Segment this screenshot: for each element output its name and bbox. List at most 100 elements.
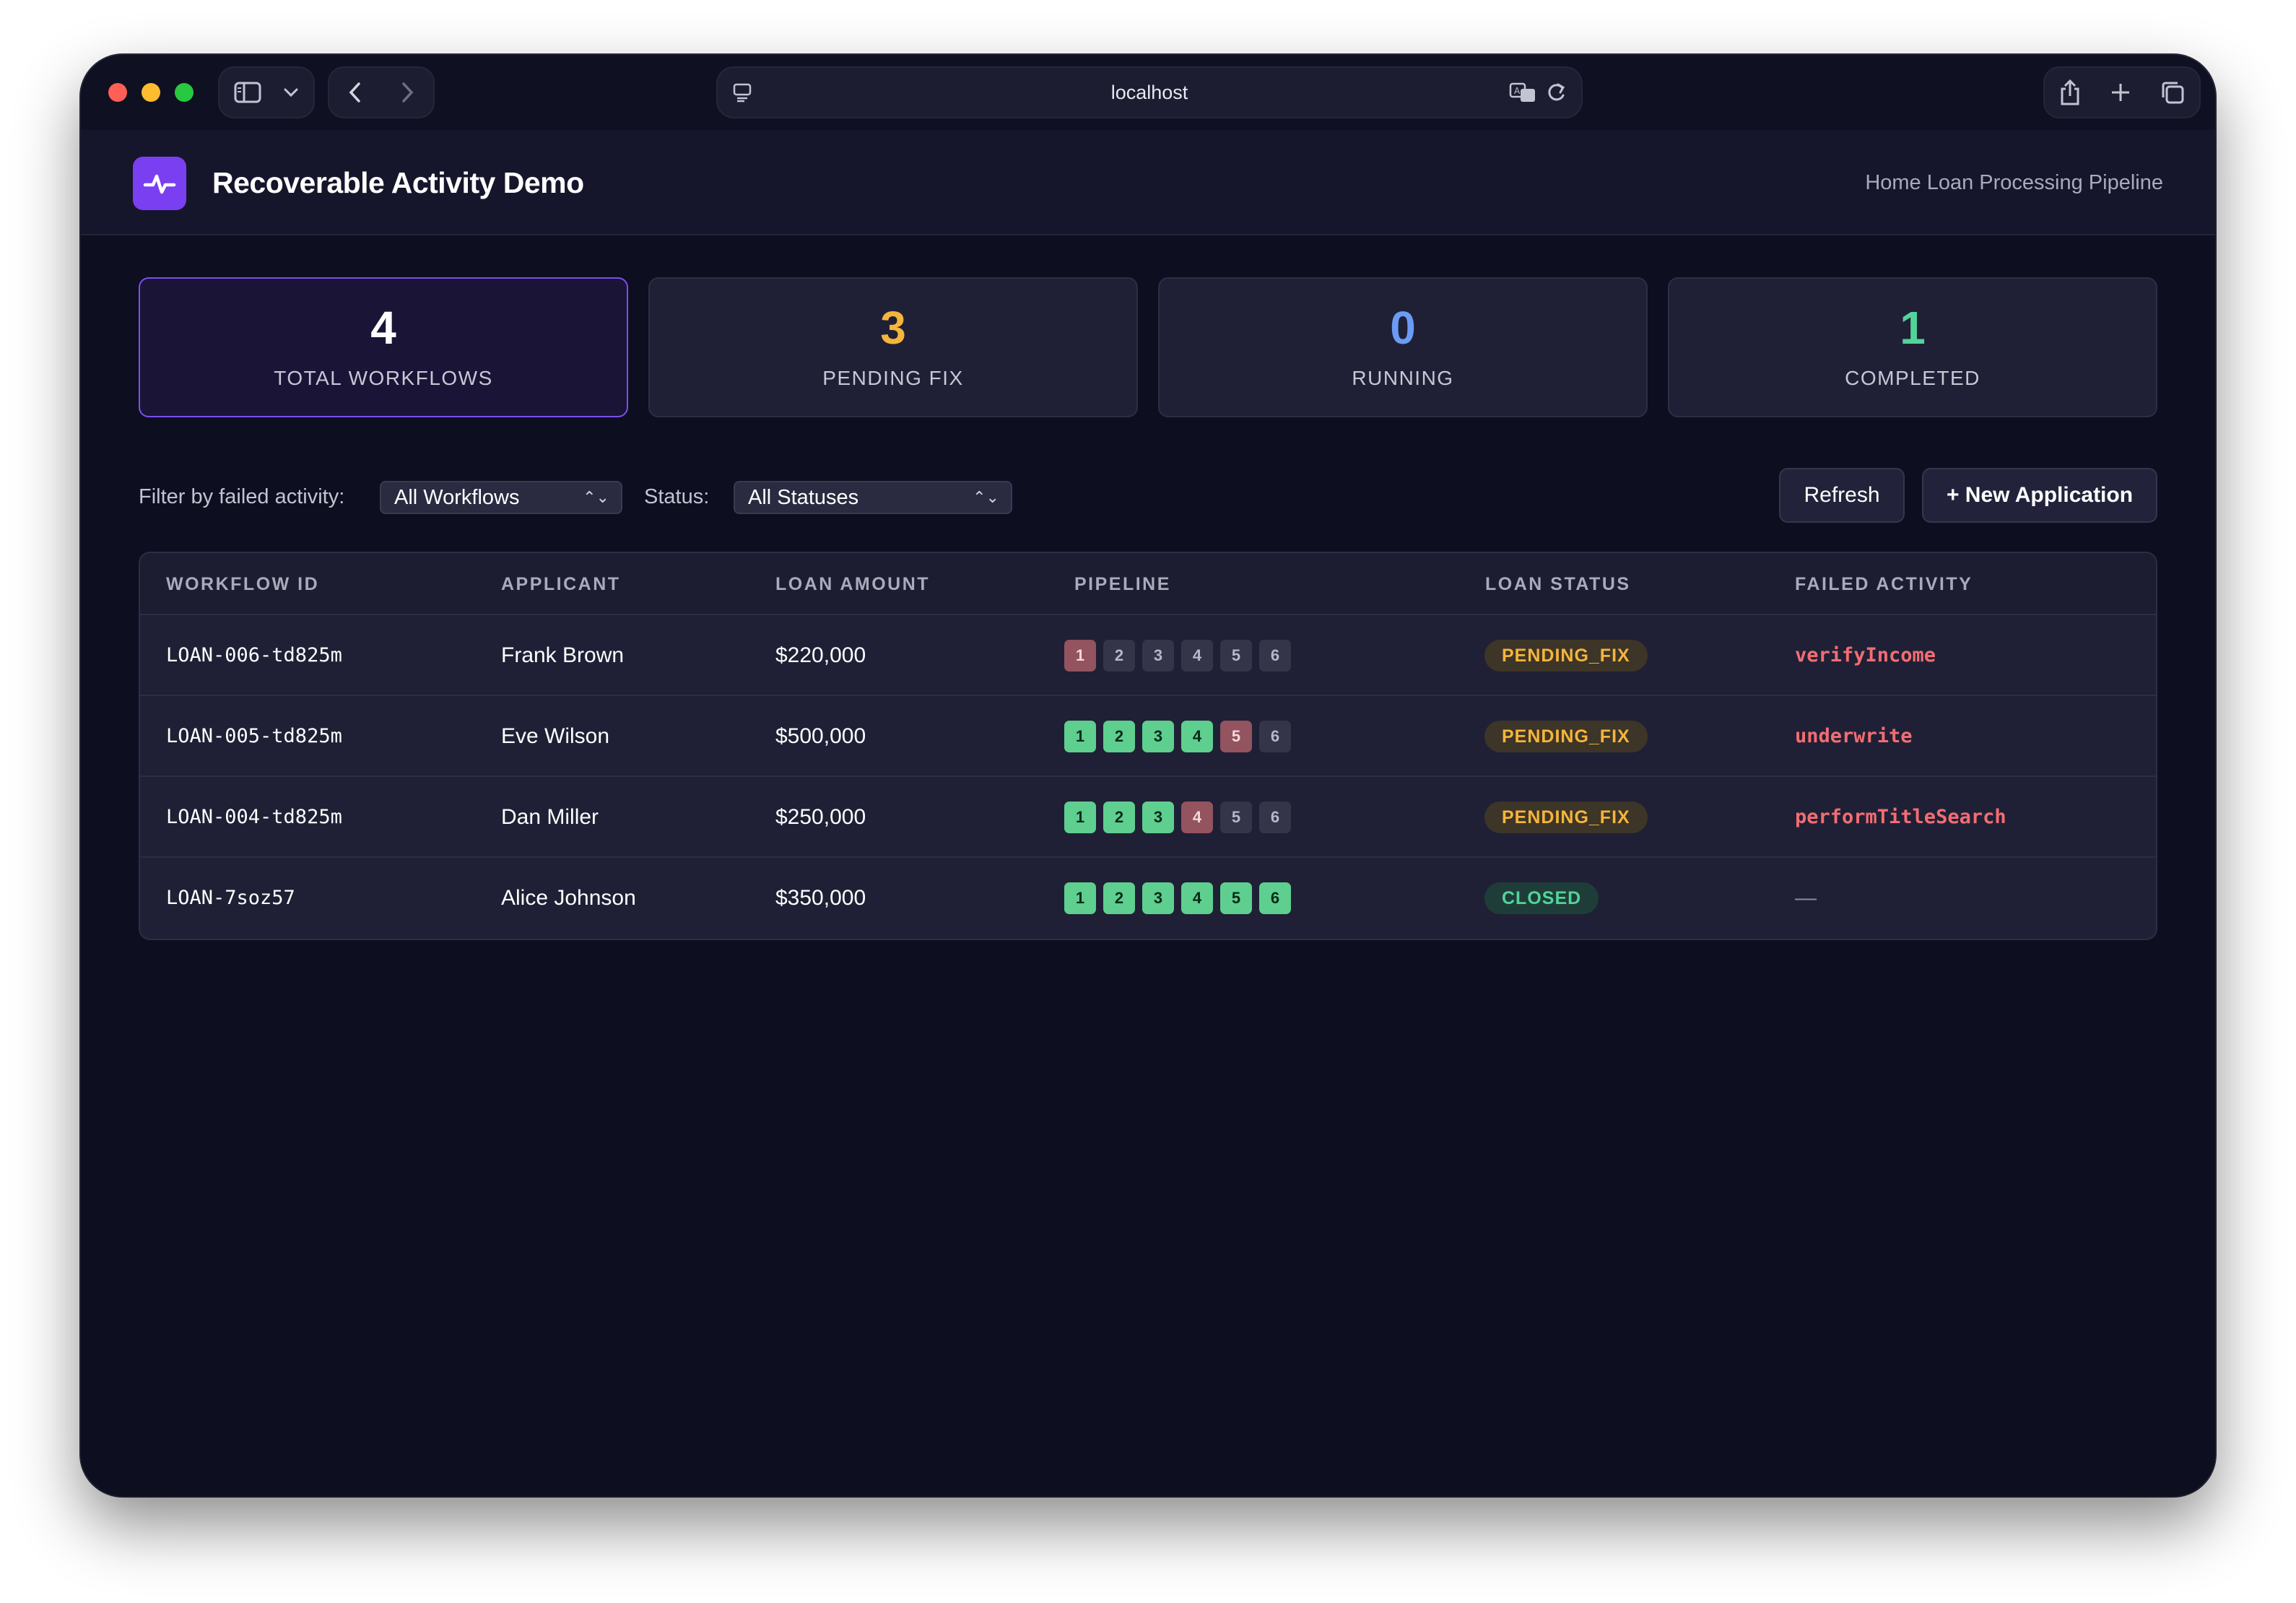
- stat-value: 3: [880, 302, 906, 354]
- column-header-pipeline[interactable]: PIPELINE: [1074, 553, 1171, 615]
- new-application-button[interactable]: + New Application: [1922, 468, 2157, 523]
- browser-window: localhost A Recoverable Activity Demo Ho…: [81, 55, 2215, 1496]
- stat-label: RUNNING: [1352, 367, 1454, 389]
- applicant-cell: Eve Wilson: [501, 724, 610, 748]
- pipeline-step[interactable]: 1: [1064, 721, 1096, 752]
- navigation-buttons: [328, 66, 435, 118]
- applicant-cell: Alice Johnson: [501, 886, 636, 910]
- workflow-id-cell[interactable]: LOAN-005-td825m: [166, 696, 342, 777]
- minimize-window-button[interactable]: [142, 83, 160, 102]
- stat-card-total-workflows[interactable]: 4 TOTAL WORKFLOWS: [139, 277, 628, 417]
- column-header-loan-amount[interactable]: LOAN AMOUNT: [775, 553, 930, 615]
- failed-activity-cell[interactable]: performTitleSearch: [1795, 777, 2006, 858]
- translate-icon[interactable]: A: [1509, 81, 1536, 104]
- stat-label: TOTAL WORKFLOWS: [274, 367, 493, 389]
- forward-icon[interactable]: [401, 82, 414, 103]
- stat-label: PENDING FIX: [822, 367, 964, 389]
- zoom-window-button[interactable]: [175, 83, 193, 102]
- applicant-cell: Frank Brown: [501, 643, 625, 667]
- back-icon[interactable]: [349, 82, 362, 103]
- table-row[interactable]: LOAN-005-td825m Eve Wilson $500,000 1 2 3 4 5 6 P…: [140, 696, 2156, 777]
- tab-overview-icon[interactable]: [2160, 80, 2185, 105]
- pipeline-step[interactable]: 3: [1142, 640, 1174, 672]
- pipeline-step[interactable]: 5: [1220, 640, 1252, 672]
- table-row[interactable]: LOAN-004-td825m Dan Miller $250,000 1 2 3 4 5 6 P…: [140, 777, 2156, 858]
- pipeline-step[interactable]: 3: [1142, 882, 1174, 914]
- sidebar-toggle-button[interactable]: [218, 66, 315, 118]
- share-icon[interactable]: [2059, 79, 2081, 106]
- pipeline-step[interactable]: 1: [1064, 882, 1096, 914]
- pipeline-step[interactable]: 6: [1259, 721, 1291, 752]
- reload-icon[interactable]: [1545, 81, 1567, 104]
- pipeline-step[interactable]: 2: [1103, 802, 1135, 833]
- loan-status-badge: CLOSED: [1484, 882, 1599, 914]
- browser-toolbar: localhost A: [81, 55, 2215, 130]
- address-text: localhost: [1110, 82, 1188, 103]
- applicant-cell: Dan Miller: [501, 805, 599, 829]
- select-chevrons-icon: ⌃⌄: [973, 488, 999, 506]
- pipeline-step[interactable]: 5: [1220, 802, 1252, 833]
- sidebar-icon: [234, 82, 261, 103]
- pipeline-step[interactable]: 4: [1181, 882, 1213, 914]
- table-row[interactable]: LOAN-006-td825m Frank Brown $220,000 1 2 3 4 5 6…: [140, 615, 2156, 696]
- stat-card-completed[interactable]: 1 COMPLETED: [1668, 277, 2157, 417]
- table-header: WORKFLOW ID APPLICANT LOAN AMOUNT PIPELI…: [140, 553, 2156, 615]
- failed-activity-cell: —: [1795, 886, 1817, 910]
- failed-activity-select[interactable]: All Workflows ⌃⌄: [380, 481, 622, 514]
- column-header-failed-activity[interactable]: FAILED ACTIVITY: [1795, 553, 1973, 615]
- pipeline-step[interactable]: 6: [1259, 802, 1291, 833]
- column-header-loan-status[interactable]: LOAN STATUS: [1485, 553, 1631, 615]
- status-filter-label: Status:: [644, 485, 710, 508]
- pipeline-step[interactable]: 5: [1220, 721, 1252, 752]
- column-header-workflow-id[interactable]: WORKFLOW ID: [166, 553, 319, 615]
- loan-status-badge: PENDING_FIX: [1484, 721, 1648, 752]
- activity-pulse-icon: [142, 169, 177, 198]
- stat-value: 4: [370, 302, 396, 354]
- status-select-value: All Statuses: [748, 486, 859, 509]
- filter-bar: Filter by failed activity: All Workflows…: [139, 468, 2157, 526]
- chevron-down-icon[interactable]: [283, 87, 299, 97]
- pipeline-step[interactable]: 6: [1259, 640, 1291, 672]
- select-chevrons-icon: ⌃⌄: [583, 488, 609, 506]
- close-window-button[interactable]: [108, 83, 127, 102]
- address-bar[interactable]: localhost A: [716, 66, 1583, 118]
- loan-status-badge: PENDING_FIX: [1484, 802, 1648, 833]
- loan-amount-cell: $220,000: [775, 643, 866, 667]
- pipeline-step[interactable]: 4: [1181, 721, 1213, 752]
- new-tab-icon[interactable]: [2110, 82, 2131, 103]
- loan-amount-cell: $500,000: [775, 724, 866, 748]
- stat-card-running[interactable]: 0 RUNNING: [1158, 277, 1648, 417]
- failed-activity-cell[interactable]: underwrite: [1795, 696, 1913, 777]
- workflow-id-cell[interactable]: LOAN-004-td825m: [166, 777, 342, 858]
- stat-card-pending-fix[interactable]: 3 PENDING FIX: [648, 277, 1138, 417]
- pipeline-step[interactable]: 3: [1142, 721, 1174, 752]
- refresh-button[interactable]: Refresh: [1779, 468, 1905, 523]
- pipeline-step[interactable]: 4: [1181, 640, 1213, 672]
- pipeline-step[interactable]: 2: [1103, 882, 1135, 914]
- pipeline-step[interactable]: 1: [1064, 802, 1096, 833]
- pipeline-step[interactable]: 3: [1142, 802, 1174, 833]
- stat-value: 0: [1390, 302, 1416, 354]
- loan-amount-cell: $350,000: [775, 886, 866, 910]
- stat-value: 1: [1900, 302, 1926, 354]
- workflow-id-cell[interactable]: LOAN-006-td825m: [166, 615, 342, 696]
- stats-summary: 4 TOTAL WORKFLOWS 3 PENDING FIX 0 RUNNIN…: [139, 277, 2157, 417]
- pipeline-step[interactable]: 5: [1220, 882, 1252, 914]
- app-logo: [133, 157, 186, 210]
- status-select[interactable]: All Statuses ⌃⌄: [734, 481, 1012, 514]
- table-row[interactable]: LOAN-7soz57 Alice Johnson $350,000 1 2 3 4 5 6 CL…: [140, 858, 2156, 939]
- pipeline-step[interactable]: 2: [1103, 640, 1135, 672]
- failed-activity-cell[interactable]: verifyIncome: [1795, 615, 1936, 696]
- loan-amount-cell: $250,000: [775, 805, 866, 829]
- app-subtitle: Home Loan Processing Pipeline: [1865, 171, 2163, 194]
- loan-status-badge: PENDING_FIX: [1484, 640, 1648, 672]
- pipeline-step[interactable]: 4: [1181, 802, 1213, 833]
- workflow-id-cell[interactable]: LOAN-7soz57: [166, 858, 295, 939]
- stat-label: COMPLETED: [1845, 367, 1980, 389]
- toolbar-right-buttons: [2043, 66, 2201, 118]
- pipeline-step[interactable]: 2: [1103, 721, 1135, 752]
- pipeline-step[interactable]: 1: [1064, 640, 1096, 672]
- workflows-table: WORKFLOW ID APPLICANT LOAN AMOUNT PIPELI…: [139, 552, 2157, 940]
- pipeline-step[interactable]: 6: [1259, 882, 1291, 914]
- column-header-applicant[interactable]: APPLICANT: [501, 553, 621, 615]
